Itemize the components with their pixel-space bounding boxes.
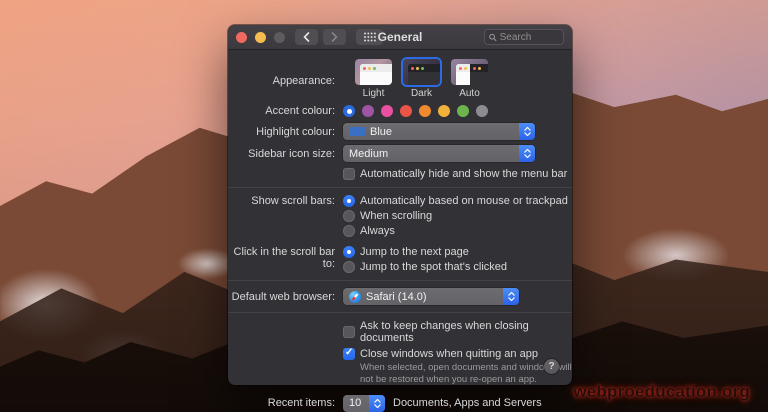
default-browser-popup[interactable]: Safari (14.0) (343, 288, 519, 305)
titlebar[interactable]: General (228, 25, 572, 50)
close-button[interactable] (236, 32, 247, 43)
show-all-button[interactable] (356, 29, 383, 45)
zoom-button-disabled (274, 32, 285, 43)
scrollbar-click-label: Click in the scroll bar to: (228, 246, 343, 270)
accent-color-green[interactable] (457, 105, 469, 117)
accent-color-yellow[interactable] (438, 105, 450, 117)
close-windows-checkbox[interactable]: Close windows when quitting an app (343, 348, 538, 360)
auto-appearance-thumbnail[interactable] (451, 59, 488, 85)
section-divider (228, 187, 572, 188)
highlight-swatch (349, 127, 365, 136)
accent-color-graphite[interactable] (476, 105, 488, 117)
browser-value: Safari (14.0) (366, 291, 427, 303)
minimize-button[interactable] (255, 32, 266, 43)
menubar-autohide-checkbox[interactable]: Automatically hide and show the menu bar (343, 168, 567, 180)
search-input[interactable] (500, 32, 559, 43)
recent-items-suffix: Documents, Apps and Servers (393, 397, 542, 409)
ask-keep-changes-checkbox[interactable]: Ask to keep changes when closing documen… (343, 320, 572, 344)
appearance-options: Light Dark (355, 59, 488, 99)
stepper-icon (369, 395, 385, 412)
system-preferences-window: General Appe (228, 25, 572, 385)
search-field[interactable] (484, 29, 564, 45)
dark-appearance-thumbnail[interactable] (403, 59, 440, 85)
radio-option-always[interactable]: Always (343, 225, 568, 237)
recent-items-popup[interactable]: 10 (343, 395, 385, 412)
radio-label: Automatically based on mouse or trackpad (360, 195, 568, 207)
radio-option-spot-clicked[interactable]: Jump to the spot that's clicked (343, 261, 507, 273)
radio-label: Jump to the spot that's clicked (360, 261, 507, 273)
radio-label: Jump to the next page (360, 246, 469, 258)
checkbox-checked-icon[interactable] (343, 348, 355, 360)
close-windows-label: Close windows when quitting an app (360, 348, 538, 360)
accent-color-purple[interactable] (362, 105, 374, 117)
show-scrollbars-radio-group: Automatically based on mouse or trackpad… (343, 195, 568, 237)
radio-selected-icon[interactable] (343, 195, 355, 207)
accent-colour-picker (343, 105, 488, 117)
back-button[interactable] (295, 29, 318, 45)
general-pane: Appearance: Light Dark (228, 50, 572, 385)
highlight-colour-popup[interactable]: Blue (343, 123, 535, 140)
light-appearance-thumbnail[interactable] (355, 59, 392, 85)
accent-color-pink[interactable] (381, 105, 393, 117)
highlight-colour-label: Highlight colour: (228, 126, 343, 138)
appearance-option-label: Light (363, 88, 385, 99)
section-divider (228, 280, 572, 281)
radio-label: When scrolling (360, 210, 432, 222)
radio-unselected-icon[interactable] (343, 210, 355, 222)
stepper-icon (503, 288, 519, 305)
show-scrollbars-label: Show scroll bars: (228, 195, 343, 207)
watermark-text: webproeducation.org (573, 382, 750, 402)
highlight-value: Blue (370, 126, 392, 138)
window-controls (236, 32, 285, 43)
accent-colour-label: Accent colour: (228, 105, 343, 117)
sidebar-icon-size-label: Sidebar icon size: (228, 148, 343, 160)
safari-icon (349, 291, 361, 303)
radio-unselected-icon[interactable] (343, 261, 355, 273)
radio-option-when-scrolling[interactable]: When scrolling (343, 210, 568, 222)
forward-button (323, 29, 346, 45)
checkbox-unchecked-icon[interactable] (343, 326, 355, 338)
accent-color-red[interactable] (400, 105, 412, 117)
menubar-autohide-label: Automatically hide and show the menu bar (360, 168, 567, 180)
grid-icon (363, 32, 377, 42)
scrollbar-click-radio-group: Jump to the next page Jump to the spot t… (343, 246, 507, 273)
radio-unselected-icon[interactable] (343, 225, 355, 237)
appearance-option-label: Auto (459, 88, 480, 99)
accent-color-orange[interactable] (419, 105, 431, 117)
chevron-left-icon (303, 32, 310, 42)
recent-items-value: 10 (349, 397, 361, 409)
section-divider (228, 312, 572, 313)
appearance-option-dark[interactable]: Dark (403, 59, 440, 99)
checkbox-unchecked-icon[interactable] (343, 168, 355, 180)
ask-keep-changes-label: Ask to keep changes when closing documen… (360, 320, 572, 344)
accent-color-blue[interactable] (343, 105, 355, 117)
appearance-option-auto[interactable]: Auto (451, 59, 488, 99)
chevron-right-icon (331, 32, 338, 42)
appearance-option-label: Dark (411, 88, 432, 99)
stepper-icon (519, 145, 535, 162)
appearance-label: Appearance: (228, 75, 343, 87)
sidebar-size-value: Medium (349, 148, 388, 160)
question-mark-icon: ? (548, 361, 554, 372)
stepper-icon (519, 123, 535, 140)
recent-items-label: Recent items: (228, 397, 343, 409)
sidebar-icon-size-popup[interactable]: Medium (343, 145, 535, 162)
help-button[interactable]: ? (544, 359, 559, 374)
radio-label: Always (360, 225, 395, 237)
radio-option-automatic[interactable]: Automatically based on mouse or trackpad (343, 195, 568, 207)
appearance-option-light[interactable]: Light (355, 59, 392, 99)
close-windows-note: When selected, open documents and window… (360, 362, 572, 387)
radio-option-next-page[interactable]: Jump to the next page (343, 246, 507, 258)
search-icon (489, 33, 497, 42)
default-browser-label: Default web browser: (228, 291, 343, 303)
radio-selected-icon[interactable] (343, 246, 355, 258)
